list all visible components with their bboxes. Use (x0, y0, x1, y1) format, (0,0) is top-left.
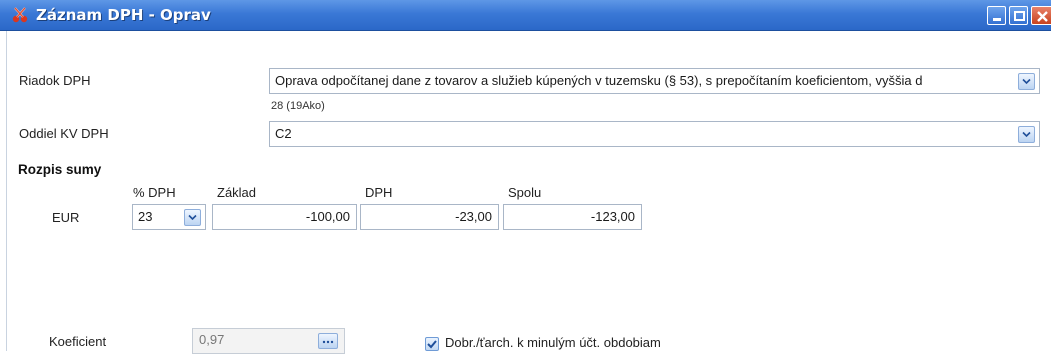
checkmark-icon (427, 340, 437, 349)
oddiel-kv-dph-value: C2 (275, 126, 292, 141)
zaklad-value: -100,00 (305, 209, 350, 224)
minule-obdobia-checkbox[interactable] (425, 337, 439, 351)
dph-column-label: DPH (365, 185, 393, 200)
minule-obdobia-label: Dobr./ťarch. k minulým účt. obdobiam (445, 335, 661, 350)
chevron-down-icon (188, 214, 197, 221)
oddiel-kv-dph-select[interactable]: C2 (269, 121, 1040, 147)
zaklad-column-label: Základ (217, 185, 257, 200)
dph-input[interactable]: -23,00 (360, 204, 499, 230)
zaklad-input[interactable]: -100,00 (212, 204, 357, 230)
koeficient-value: 0,97 (199, 332, 225, 347)
maximize-button[interactable] (1009, 6, 1028, 25)
oddiel-kv-dph-dropdown-button[interactable] (1018, 126, 1035, 143)
currency-label: EUR (52, 210, 80, 225)
riadok-dph-dropdown-button[interactable] (1018, 73, 1035, 90)
title-bar: Záznam DPH - Oprav (0, 0, 1051, 31)
spolu-input[interactable]: -123,00 (503, 204, 642, 230)
minimize-button[interactable] (987, 6, 1006, 25)
oddiel-kv-dph-label: Oddiel KV DPH (19, 126, 109, 141)
spolu-column-label: Spolu (508, 185, 542, 200)
chevron-down-icon (1022, 131, 1031, 138)
pct-dph-column-label: % DPH (133, 185, 176, 200)
riadok-dph-hint: 28 (19Ako) (271, 100, 325, 112)
rozpis-sumy-heading: Rozpis sumy (18, 162, 102, 177)
koeficient-ellipsis-button[interactable] (318, 333, 338, 349)
chevron-down-icon (1022, 78, 1031, 85)
spolu-value: -123,00 (590, 209, 635, 224)
minimize-icon (993, 18, 1001, 21)
close-button[interactable] (1031, 6, 1051, 25)
dialog-body: Riadok DPH Oprava odpočítanej dane z tov… (6, 31, 1051, 354)
pct-dph-select[interactable]: 23 (132, 204, 206, 230)
koeficient-label: Koeficient (49, 334, 107, 349)
maximize-icon (1014, 11, 1025, 21)
riadok-dph-select[interactable]: Oprava odpočítanej dane z tovarov a služ… (269, 68, 1040, 94)
riadok-dph-label: Riadok DPH (19, 73, 91, 88)
pct-dph-dropdown-button[interactable] (184, 209, 201, 226)
riadok-dph-value: Oprava odpočítanej dane z tovarov a služ… (275, 73, 923, 88)
koeficient-input[interactable]: 0,97 (192, 328, 345, 354)
window-title: Záznam DPH - Oprav (36, 6, 211, 24)
scissors-icon (12, 7, 28, 23)
close-icon (1037, 11, 1048, 22)
dph-value: -23,00 (455, 209, 492, 224)
pct-dph-value: 23 (138, 209, 153, 224)
ellipsis-icon (322, 340, 334, 344)
